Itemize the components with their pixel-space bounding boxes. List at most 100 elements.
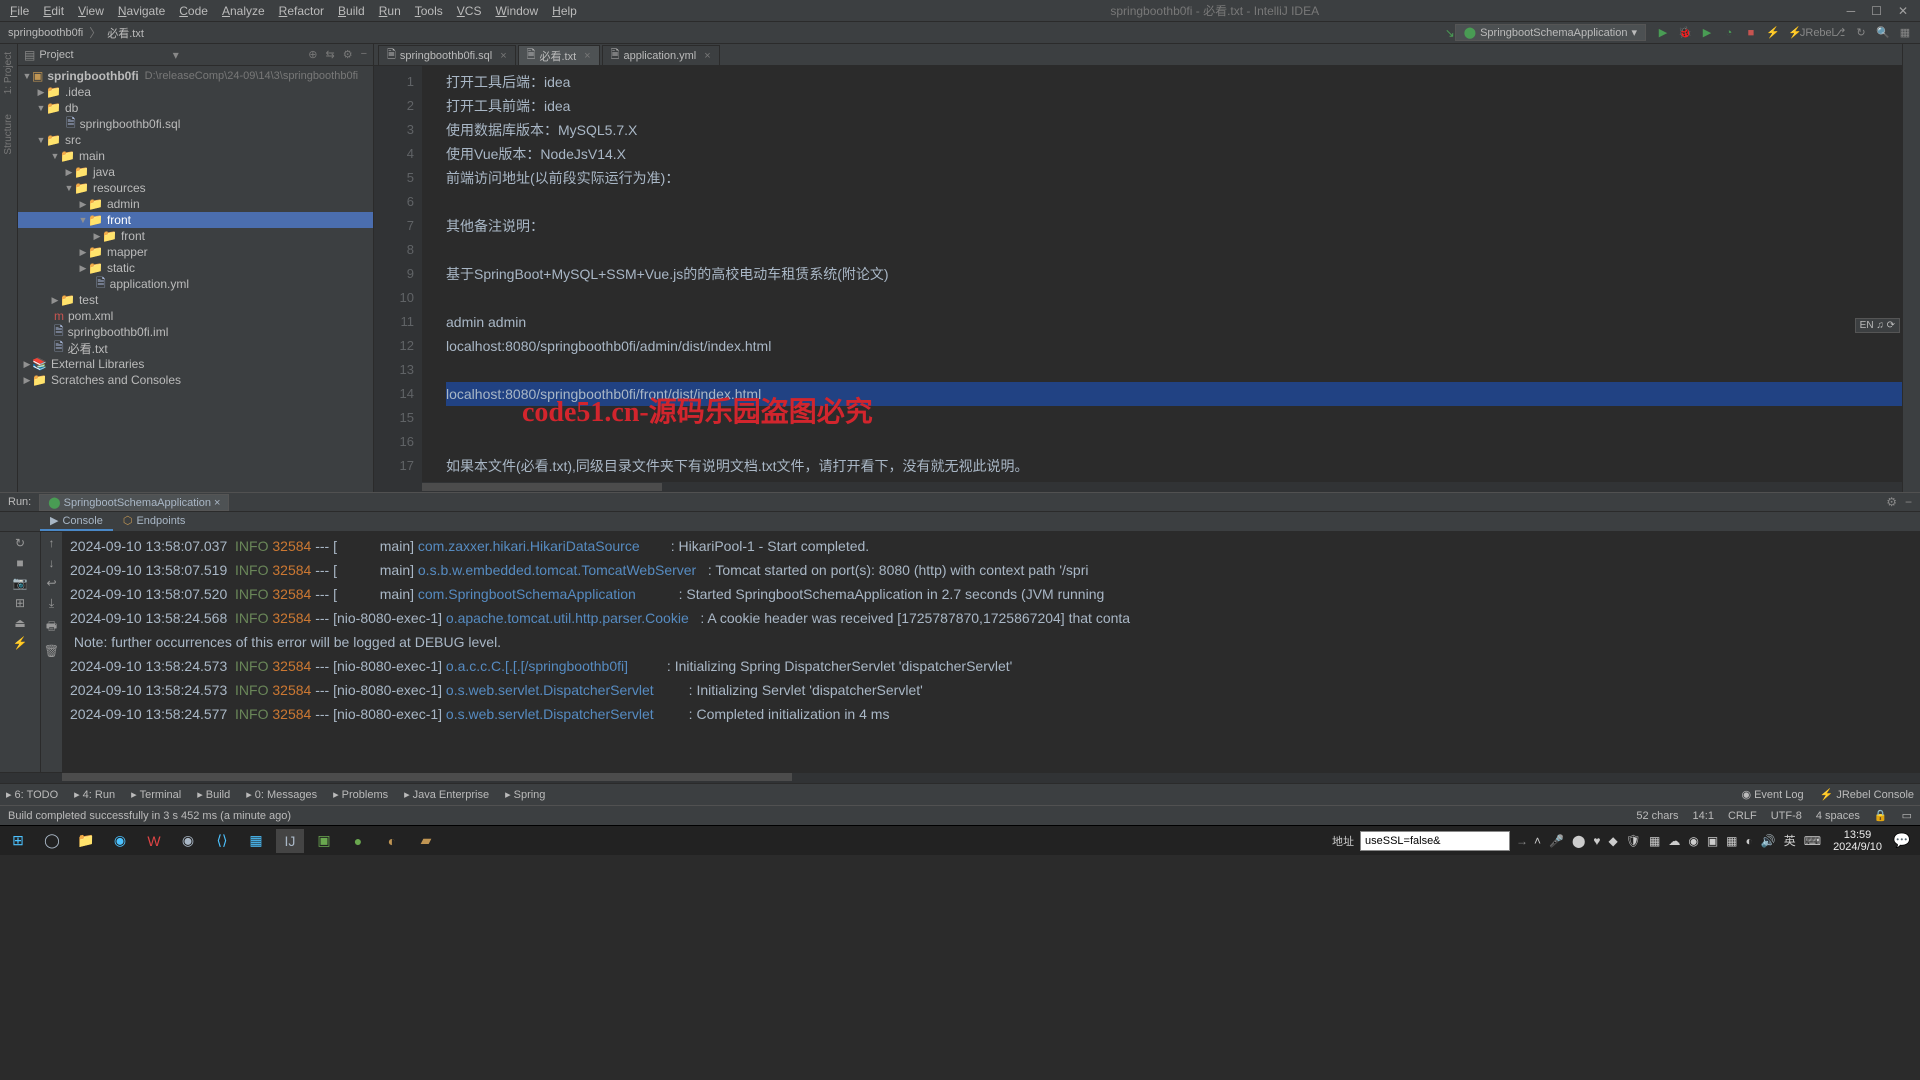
camera-icon[interactable]: 📷 xyxy=(13,576,28,590)
tray-icon[interactable]: ⬤ xyxy=(1572,834,1585,848)
explorer-icon[interactable]: 📁 xyxy=(72,829,100,853)
tray-keyboard-icon[interactable]: ⌨ xyxy=(1804,834,1821,848)
collapse-icon[interactable]: ⇆ xyxy=(325,48,334,61)
minimize-icon[interactable]: ─ xyxy=(1847,4,1856,18)
tray-icon[interactable]: ▦ xyxy=(1649,834,1660,848)
menu-run[interactable]: Run xyxy=(373,2,407,20)
rerun-icon[interactable]: ↻ xyxy=(15,536,25,550)
chrome-icon[interactable]: ◉ xyxy=(174,829,202,853)
tool-problems[interactable]: ▸ Problems xyxy=(333,788,388,801)
sublime-icon[interactable]: ▰ xyxy=(412,829,440,853)
tree-scratch[interactable]: ▶📁Scratches and Consoles xyxy=(18,372,373,388)
endpoints-tab[interactable]: ⬡Endpoints xyxy=(113,512,196,531)
hammer-icon[interactable]: ↘ xyxy=(1445,26,1455,40)
tray-volume-icon[interactable]: 🔊 xyxy=(1761,834,1776,848)
editor-body[interactable]: 1234567891011121314151617 打开工具后端：idea打开工… xyxy=(374,66,1902,482)
addr-go-icon[interactable]: → xyxy=(1516,834,1528,848)
tray-up-icon[interactable]: ˄ xyxy=(1534,834,1541,848)
wrap-icon[interactable]: ↩ xyxy=(46,576,56,590)
project-stripe[interactable]: 1: Project xyxy=(3,52,14,94)
tree-pom[interactable]: mpom.xml xyxy=(18,308,373,324)
editor-tab[interactable]: 🗎application.yml× xyxy=(602,45,720,65)
tree-mapper[interactable]: ▶📁mapper xyxy=(18,244,373,260)
tool-spring[interactable]: ▸ Spring xyxy=(505,788,545,801)
play-icon[interactable]: ▶ xyxy=(1656,26,1670,40)
tree-resources[interactable]: ▼📁resources xyxy=(18,180,373,196)
layout-icon[interactable]: ▦ xyxy=(1898,26,1912,40)
tool-terminal[interactable]: ▸ Terminal xyxy=(131,788,181,801)
tool-messages[interactable]: ▸ 0: Messages xyxy=(246,788,317,801)
editor-tab[interactable]: 🗎springboothb0fi.sql× xyxy=(378,45,516,65)
tree-front2[interactable]: ▶📁front xyxy=(18,228,373,244)
tree-idea[interactable]: ▶📁.idea xyxy=(18,84,373,100)
edge-icon[interactable]: ◉ xyxy=(106,829,134,853)
tray-icon[interactable]: 🛡 xyxy=(1626,834,1641,848)
breadcrumb-root[interactable]: springboothb0fi xyxy=(8,27,83,39)
event-log[interactable]: ◉ Event Log xyxy=(1741,788,1803,801)
menu-navigate[interactable]: Navigate xyxy=(112,2,171,20)
editor-code[interactable]: 打开工具后端：idea打开工具前端：idea使用数据库版本：MySQL5.7.X… xyxy=(422,66,1902,482)
tool-javaenterprise[interactable]: ▸ Java Enterprise xyxy=(404,788,489,801)
tray-icon[interactable]: ◉ xyxy=(1688,834,1698,848)
run-config-dropdown[interactable]: ⬤ SpringbootSchemaApplication ▾ xyxy=(1455,24,1646,41)
tree-test[interactable]: ▶📁test xyxy=(18,292,373,308)
tree-static[interactable]: ▶📁static xyxy=(18,260,373,276)
menu-help[interactable]: Help xyxy=(546,2,583,20)
tray-icon[interactable]: ☁ xyxy=(1668,834,1680,848)
menu-edit[interactable]: Edit xyxy=(37,2,70,20)
tray-icon[interactable]: ◆ xyxy=(1609,834,1618,848)
profile-icon[interactable]: ◔ xyxy=(1722,26,1736,40)
target-icon[interactable]: ⊕ xyxy=(308,48,317,61)
tray-icon[interactable]: ▣ xyxy=(1707,834,1718,848)
up-icon[interactable]: ↑ xyxy=(49,536,55,550)
tree-src[interactable]: ▼📁src xyxy=(18,132,373,148)
close-tab-icon[interactable]: × xyxy=(704,50,710,62)
app3-icon[interactable]: ◐ xyxy=(378,829,406,853)
mem-indicator[interactable]: ▭ xyxy=(1902,809,1912,822)
structure-stripe[interactable]: Structure xyxy=(3,114,14,155)
console-tab[interactable]: ▶Console xyxy=(40,512,113,531)
tree-txt[interactable]: 🗎必看.txt xyxy=(18,340,373,356)
project-title[interactable]: Project xyxy=(39,49,168,61)
intellij-icon[interactable]: IJ xyxy=(276,829,304,853)
tree-main[interactable]: ▼📁main xyxy=(18,148,373,164)
status-crlf[interactable]: CRLF xyxy=(1728,810,1757,822)
menu-tools[interactable]: Tools xyxy=(409,2,449,20)
gear-icon[interactable]: ⚙ xyxy=(343,48,353,61)
gear-icon[interactable]: ⚙ xyxy=(1886,495,1897,509)
tree-root[interactable]: ▼▣springboothb0fiD:\releaseComp\24-09\14… xyxy=(18,68,373,84)
print-icon[interactable]: 🖶 xyxy=(46,617,57,638)
git-icon[interactable]: ⎇ xyxy=(1832,26,1846,40)
app2-icon[interactable]: ▣ xyxy=(310,829,338,853)
layout-icon[interactable]: ⊞ xyxy=(15,596,25,610)
wechat-icon[interactable]: ● xyxy=(344,829,372,853)
ime-badge[interactable]: EN ♫ ⟳ xyxy=(1855,318,1900,333)
chevron-down-icon[interactable]: ▾ xyxy=(173,48,179,62)
close-tab-icon[interactable]: × xyxy=(500,50,506,62)
status-spaces[interactable]: 4 spaces xyxy=(1816,810,1860,822)
tree-appyml[interactable]: 🗎application.yml xyxy=(18,276,373,292)
tool-build[interactable]: ▸ Build xyxy=(197,788,230,801)
menu-vcs[interactable]: VCS xyxy=(451,2,488,20)
stop-icon[interactable]: ■ xyxy=(1744,26,1758,40)
start-icon[interactable]: ⊞ xyxy=(4,829,32,853)
menu-window[interactable]: Window xyxy=(489,2,544,20)
wps-icon[interactable]: W xyxy=(140,829,168,853)
search-icon[interactable]: 🔍 xyxy=(1876,26,1890,40)
editor-tab[interactable]: 🗎必看.txt× xyxy=(518,45,600,65)
tree-sql[interactable]: 🗎springboothb0fi.sql xyxy=(18,116,373,132)
down-icon[interactable]: ↓ xyxy=(49,556,55,570)
run-config-tab[interactable]: ⬤ SpringbootSchemaApplication × xyxy=(39,494,229,511)
debug-icon[interactable]: 🐞 xyxy=(1678,26,1692,40)
tray-ime[interactable]: 英 xyxy=(1784,832,1796,849)
menu-analyze[interactable]: Analyze xyxy=(216,2,271,20)
jrebel-icon[interactable]: ⚡ xyxy=(13,636,28,650)
exit-icon[interactable]: ⏏ xyxy=(14,616,25,630)
tray-icon[interactable]: ◐ xyxy=(1746,834,1753,848)
addr-input[interactable] xyxy=(1360,831,1510,851)
app-icon[interactable]: ▦ xyxy=(242,829,270,853)
vscode-icon[interactable]: ⟨⟩ xyxy=(208,829,236,853)
hide-icon[interactable]: − xyxy=(1905,495,1912,509)
tree-front[interactable]: ▼📁front xyxy=(18,212,373,228)
scroll-icon[interactable]: ⤓ xyxy=(49,596,54,611)
